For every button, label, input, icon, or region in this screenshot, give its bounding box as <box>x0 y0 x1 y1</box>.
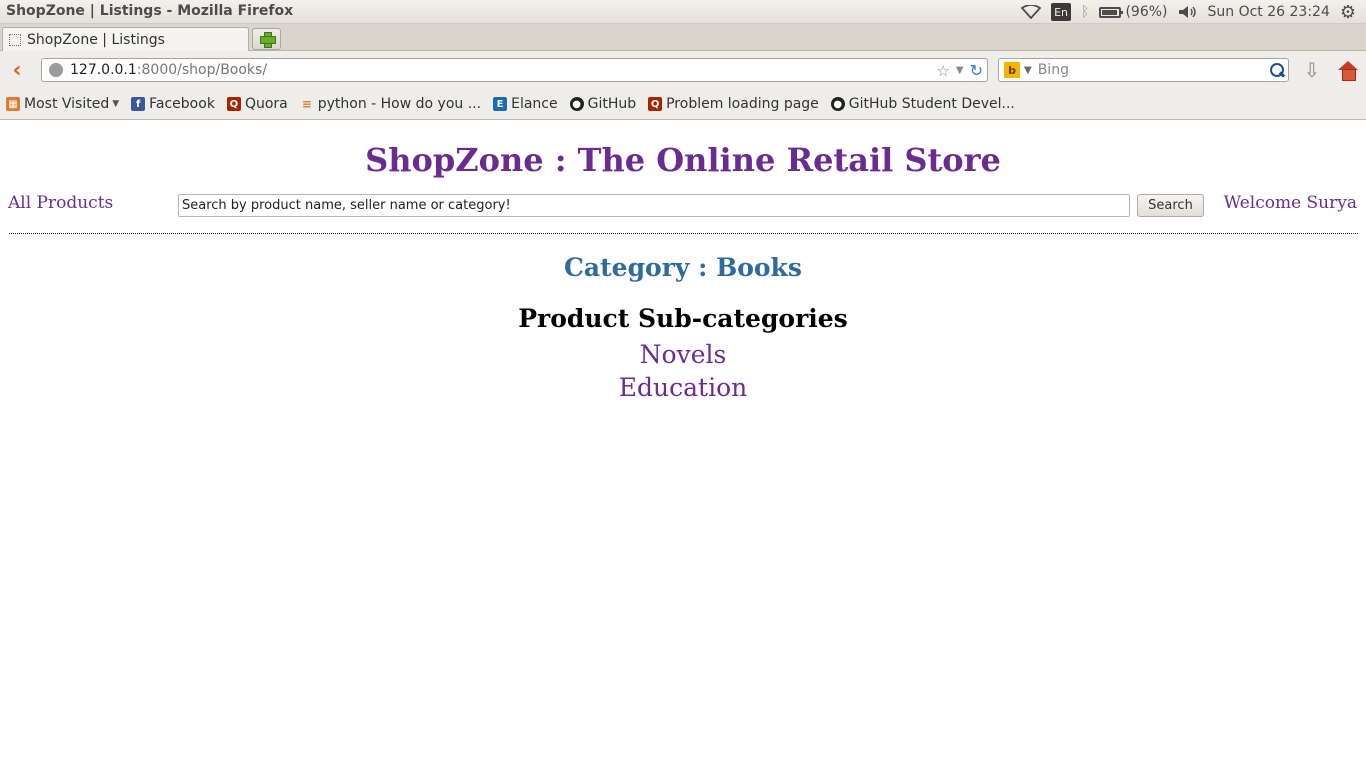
chevron-down-icon: ▼ <box>112 99 120 109</box>
bluetooth-icon[interactable]: ᛒ <box>1081 0 1089 24</box>
bookmark-label: Problem loading page <box>666 96 819 112</box>
bookmark-python-stackoverflow[interactable]: ≡ python - How do you ... <box>300 96 481 112</box>
bookmark-label: Quora <box>244 96 288 112</box>
search-engine-dropdown-icon[interactable]: ▼ <box>1024 65 1032 76</box>
bookmarks-toolbar: ▦ Most Visited ▼ f Facebook Q Quora ≡ py… <box>0 89 1366 120</box>
reload-icon[interactable]: ↻ <box>970 61 983 80</box>
url-host: 127.0.0.1 <box>70 62 137 78</box>
bookmark-star-icon[interactable]: ☆ <box>936 62 949 80</box>
url-path: :8000/shop/Books/ <box>136 62 268 78</box>
tab-title: ShopZone | Listings <box>27 31 165 48</box>
bookmark-facebook[interactable]: f Facebook <box>131 96 215 112</box>
search-button[interactable]: Search <box>1137 194 1204 217</box>
welcome-user: Welcome Surya <box>1223 193 1357 213</box>
subcategory-list: Novels Education <box>0 338 1366 404</box>
clock[interactable]: Sun Oct 26 23:24 <box>1208 0 1330 24</box>
bing-logo-icon[interactable]: b <box>1004 62 1020 78</box>
battery-indicator[interactable]: (96%) <box>1099 0 1168 24</box>
url-bar[interactable]: 127.0.0.1:8000/shop/Books/ ☆ ▼ ↻ <box>41 58 988 82</box>
bookmark-label: GitHub <box>587 96 637 112</box>
site-title: ShopZone : The Online Retail Store <box>365 141 1001 179</box>
system-top-panel: ShopZone | Listings - Mozilla Firefox En… <box>0 0 1366 24</box>
search-bar[interactable]: b ▼ Bing <box>998 58 1289 82</box>
site-identity-icon[interactable] <box>49 63 63 77</box>
web-page: ShopZone : The Online Retail Store All P… <box>0 121 1366 768</box>
back-button[interactable]: ‹ <box>6 57 28 83</box>
tab-shopzone-listings[interactable]: ShopZone | Listings <box>2 27 249 51</box>
page-favicon-icon <box>9 33 21 46</box>
tab-strip: ShopZone | Listings <box>0 24 1366 51</box>
downloads-icon[interactable]: ⇩ <box>1302 58 1322 82</box>
header-divider <box>9 233 1358 234</box>
github-icon: ● <box>569 97 584 111</box>
stackoverflow-icon: ≡ <box>301 97 312 111</box>
home-button[interactable] <box>1336 58 1360 82</box>
wifi-icon[interactable] <box>1021 0 1042 24</box>
battery-icon <box>1099 6 1124 18</box>
home-icon <box>1338 61 1358 81</box>
subcategories-heading: Product Sub-categories <box>518 304 848 333</box>
plus-icon <box>259 32 276 48</box>
magnifier-icon[interactable] <box>1269 62 1285 78</box>
bookmark-quora[interactable]: Q Quora <box>226 96 288 112</box>
bookmark-label: Elance <box>511 96 558 112</box>
window-title: ShopZone | Listings - Mozilla Firefox <box>6 3 294 19</box>
subcategory-link-novels[interactable]: Novels <box>0 338 1366 371</box>
bookmark-label: Most Visited <box>24 96 110 112</box>
most-visited-icon: ▦ <box>6 97 20 111</box>
bookmark-most-visited[interactable]: ▦ Most Visited ▼ <box>6 96 119 112</box>
system-tray: En ᛒ (96%) Sun Oct 26 23:24 ⚙ <box>1021 0 1366 24</box>
bookmark-github[interactable]: ● GitHub <box>569 96 637 112</box>
new-tab-button[interactable] <box>252 28 281 50</box>
category-heading: Category : Books <box>564 253 802 282</box>
navigation-toolbar: ‹ 127.0.0.1:8000/shop/Books/ ☆ ▼ ↻ b ▼ B… <box>0 51 1366 89</box>
github-icon: ● <box>830 97 845 111</box>
bookmark-label: Facebook <box>149 96 215 112</box>
subcategory-link-education[interactable]: Education <box>0 371 1366 404</box>
session-gear-icon[interactable]: ⚙ <box>1340 0 1356 24</box>
bookmark-github-student[interactable]: ● GitHub Student Devel... <box>830 96 1015 112</box>
battery-percent: (96%) <box>1125 4 1168 20</box>
keyboard-layout-indicator[interactable]: En <box>1051 0 1072 24</box>
bookmark-label: GitHub Student Devel... <box>848 96 1015 112</box>
quora-icon: Q <box>648 97 663 111</box>
quora-icon: Q <box>226 97 241 111</box>
bookmark-elance[interactable]: E Elance <box>493 96 558 112</box>
elance-icon: E <box>493 97 508 111</box>
volume-icon[interactable] <box>1178 0 1198 24</box>
search-placeholder: Bing <box>1037 62 1069 78</box>
bookmark-label: python - How do you ... <box>317 96 482 112</box>
history-dropdown-icon[interactable]: ▼ <box>956 65 964 76</box>
battery-fill <box>1102 9 1118 15</box>
back-arrow-icon: ‹ <box>12 57 22 83</box>
product-search-input[interactable] <box>178 194 1130 217</box>
facebook-icon: f <box>131 97 146 111</box>
all-products-link[interactable]: All Products <box>8 193 113 213</box>
bookmark-problem-loading-page[interactable]: Q Problem loading page <box>648 96 819 112</box>
